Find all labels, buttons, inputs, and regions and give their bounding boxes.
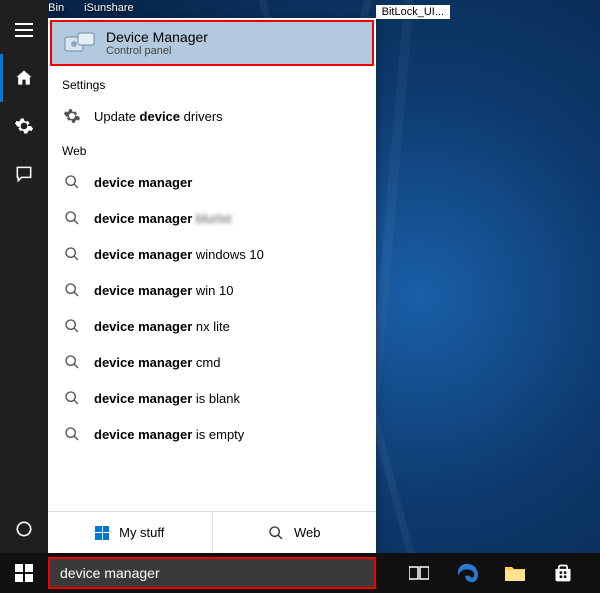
task-view-icon (409, 565, 429, 581)
web-result-text: device manager cmd (94, 355, 220, 370)
search-icon (62, 172, 82, 192)
windows-logo-icon (15, 564, 33, 582)
task-view-button[interactable] (396, 553, 442, 593)
start-button[interactable] (0, 553, 48, 593)
search-icon (62, 424, 82, 444)
web-result-text: device manager windows 10 (94, 247, 264, 262)
web-result[interactable]: device manager cmd (48, 344, 376, 380)
hamburger-button[interactable] (0, 6, 48, 54)
search-icon (268, 525, 284, 541)
taskbar-file-explorer[interactable] (492, 553, 538, 593)
taskbar-store[interactable] (540, 553, 586, 593)
home-icon (14, 68, 34, 88)
web-result-text: device manager blurtxt (94, 211, 231, 226)
web-result-text: device manager is empty (94, 427, 244, 442)
web-result[interactable]: device manager (48, 164, 376, 200)
feedback-icon (14, 164, 34, 184)
scope-web[interactable]: Web (213, 512, 377, 553)
hamburger-icon (15, 23, 33, 37)
best-match-subtitle: Control panel (106, 45, 208, 57)
sidebar-cortana[interactable] (0, 505, 48, 553)
taskbar (0, 553, 600, 593)
settings-section-label: Settings (48, 68, 376, 98)
settings-result[interactable]: Update device drivers (48, 98, 376, 134)
web-result[interactable]: device manager blurtxt (48, 200, 376, 236)
sidebar-home[interactable] (0, 54, 48, 102)
sidebar-settings[interactable] (0, 102, 48, 150)
taskbar-edge[interactable] (444, 553, 490, 593)
sidebar-feedback[interactable] (0, 150, 48, 198)
search-icon (62, 316, 82, 336)
web-result-text: device manager is blank (94, 391, 240, 406)
gear-icon (14, 116, 34, 136)
desktop-icon-isunshare[interactable]: iSunshare (84, 0, 134, 14)
search-icon (62, 244, 82, 264)
web-result[interactable]: device manager nx lite (48, 308, 376, 344)
window-title-fragment: BitLock_UI... (376, 5, 450, 19)
edge-icon (456, 562, 478, 584)
web-result[interactable]: device manager is blank (48, 380, 376, 416)
taskbar-search-box[interactable] (48, 557, 376, 589)
web-section-label: Web (48, 134, 376, 164)
scope-web-label: Web (294, 525, 321, 540)
best-match-result[interactable]: Device Manager Control panel (50, 20, 374, 66)
cortana-icon (14, 519, 34, 539)
search-icon (62, 352, 82, 372)
web-result[interactable]: device manager windows 10 (48, 236, 376, 272)
scope-mystuff[interactable]: My stuff (48, 512, 213, 553)
web-result[interactable]: device manager is empty (48, 416, 376, 452)
search-icon (62, 280, 82, 300)
store-icon (553, 563, 573, 583)
windows-logo-icon (95, 526, 109, 540)
scope-mystuff-label: My stuff (119, 525, 164, 540)
search-results-panel: Device Manager Control panel Settings Up… (48, 18, 376, 553)
search-input[interactable] (60, 565, 364, 581)
gear-icon (62, 106, 82, 126)
web-result-text: device manager win 10 (94, 283, 233, 298)
web-result[interactable]: device manager win 10 (48, 272, 376, 308)
search-icon (62, 388, 82, 408)
web-result-text: device manager (94, 175, 192, 190)
best-match-title: Device Manager (106, 29, 208, 45)
scope-tabs: My stuff Web (48, 511, 376, 553)
web-result-text: device manager nx lite (94, 319, 230, 334)
folder-icon (504, 564, 526, 582)
settings-result-text: Update device drivers (94, 109, 223, 124)
device-manager-icon (64, 30, 96, 56)
search-sidebar (0, 0, 48, 553)
search-icon (62, 208, 82, 228)
